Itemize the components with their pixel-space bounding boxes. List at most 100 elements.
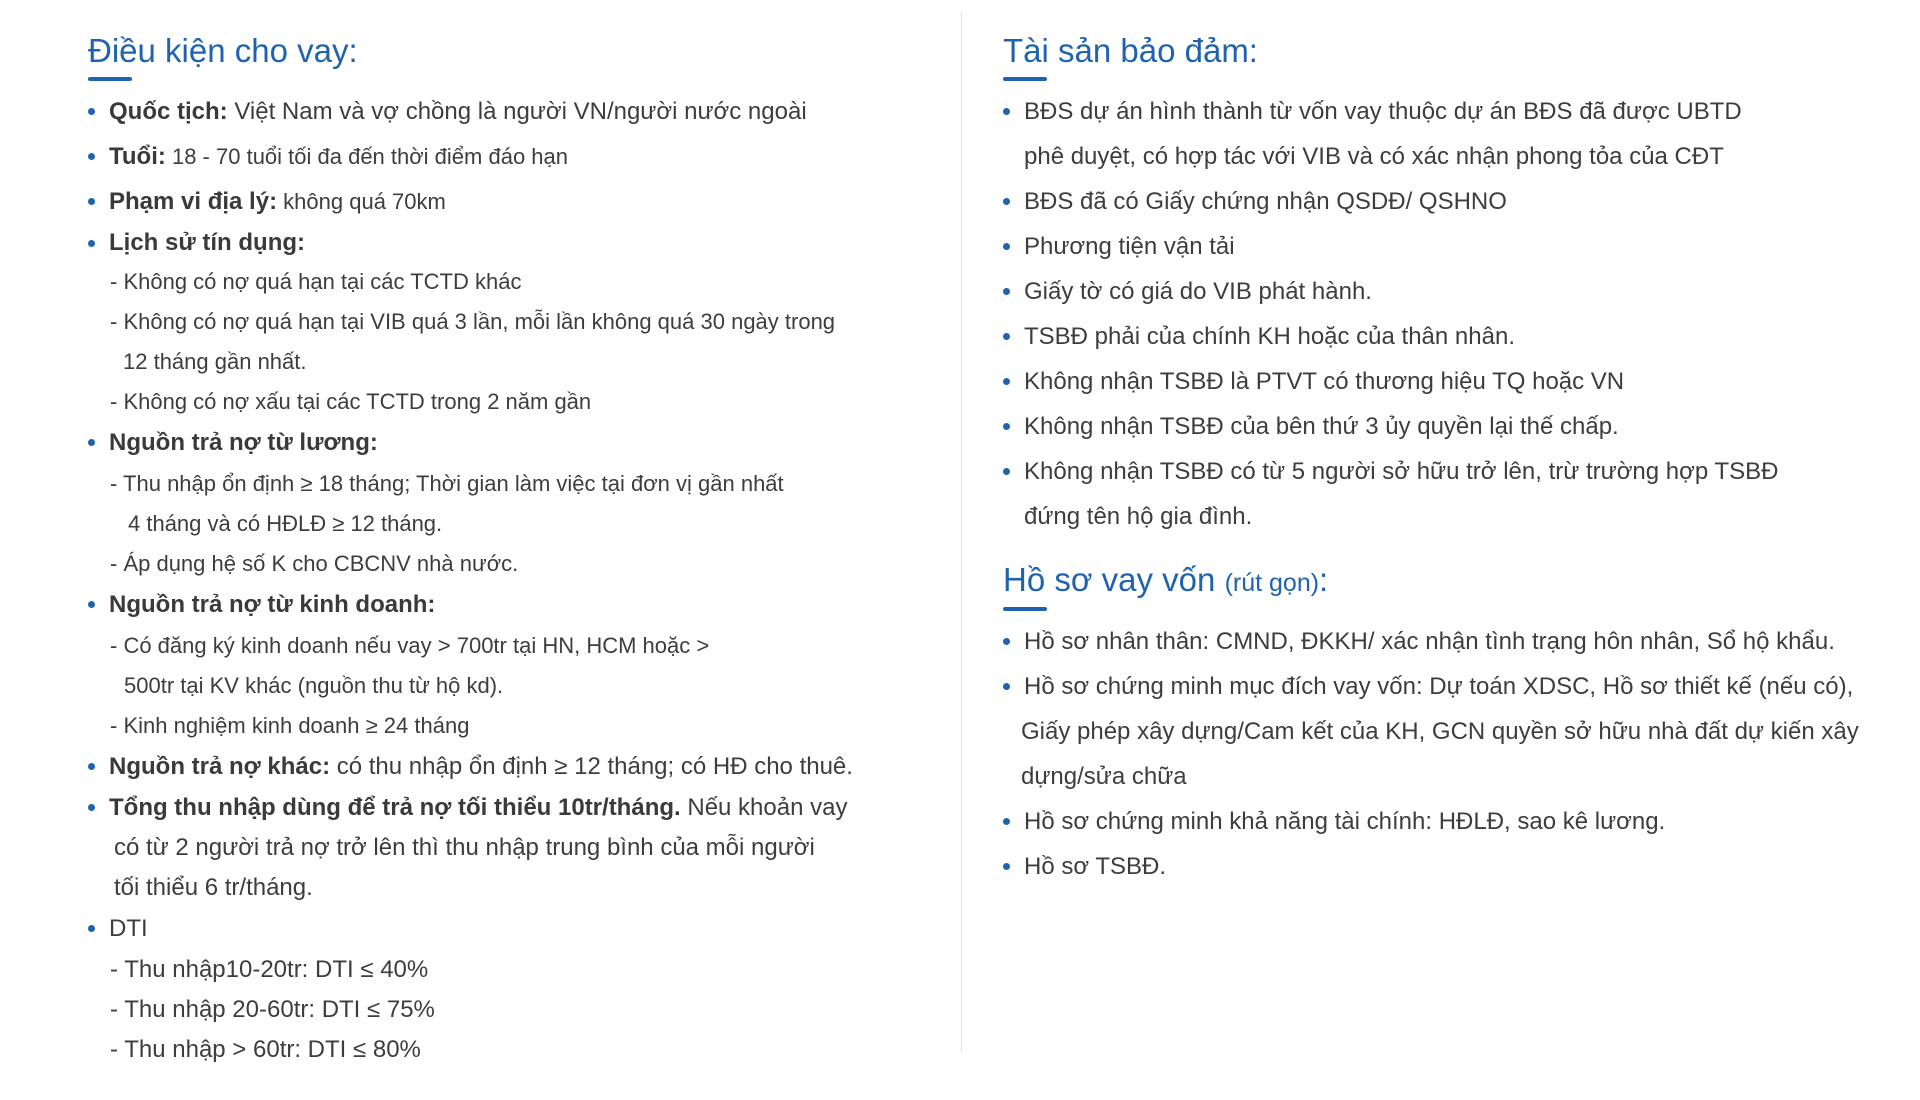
collateral-title: Tài sản bảo đảm: (1003, 32, 1258, 69)
bullet-icon (88, 108, 95, 116)
title-underline (88, 77, 132, 82)
list-item-other-source: Nguồn trả nợ khác: có thu nhập ổn định ≥… (88, 746, 918, 788)
sub-item: - Không có nợ quá hạn tại các TCTD khác (110, 269, 522, 295)
list-item-dti: DTI (88, 908, 918, 950)
item-continuation: tối thiểu 6 tr/tháng. (114, 874, 313, 902)
item-line: dựng/sửa chữa (1021, 762, 1187, 790)
column-divider (961, 12, 962, 1052)
item-label: Nguồn trả nợ từ kinh doanh: (109, 591, 436, 619)
list-item: Phương tiện vận tải (1003, 224, 1903, 269)
item-line: Không nhận TSBĐ là PTVT có thương hiệu T… (1024, 368, 1625, 396)
item-text: Việt Nam và vợ chồng là người VN/người n… (227, 98, 807, 126)
sub-item: - Thu nhập > 60tr: DTI ≤ 80% (110, 1036, 421, 1064)
bullet-icon (88, 804, 95, 812)
sub-item: - Không có nợ xấu tại các TCTD trong 2 n… (110, 389, 592, 415)
item-line: Hồ sơ TSBĐ. (1024, 852, 1166, 880)
item-line: BĐS đã có Giấy chứng nhận QSDĐ/ QSHNO (1024, 188, 1507, 216)
list-item: BĐS dự án hình thành từ vốn vay thuộc dự… (1003, 89, 1903, 179)
bullet-icon (88, 153, 95, 161)
list-item-total-income: Tổng thu nhập dùng để trả nợ tối thiểu 1… (88, 788, 918, 828)
bullet-icon (1003, 423, 1010, 431)
sub-item-continuation: 500tr tại KV khác (nguồn thu từ hộ kd). (124, 673, 504, 699)
loan-conditions-list: Quốc tịch: Việt Nam và vợ chồng là người… (88, 89, 918, 1070)
bullet-icon (1003, 637, 1010, 645)
sub-item: - Thu nhập10-20tr: DTI ≤ 40% (110, 956, 429, 984)
bullet-icon (88, 198, 95, 206)
bullet-icon (1003, 468, 1010, 476)
list-item: Hồ sơ chứng minh mục đích vay vốn: Dự to… (1003, 664, 1903, 799)
loan-conditions-section: Điều kiện cho vay: Quốc tịch: Việt Nam v… (88, 20, 918, 1070)
list-item: Hồ sơ nhân thân: CMND, ĐKKH/ xác nhận tì… (1003, 619, 1903, 664)
item-label: Tổng thu nhập dùng để trả nợ tối thiểu 1… (109, 794, 681, 822)
sub-item: - Thu nhập 20-60tr: DTI ≤ 75% (110, 996, 435, 1024)
loan-documents-title: Hồ sơ vay vốn (rút gọn): (1003, 559, 1903, 600)
item-line: Giấy tờ có giá do VIB phát hành. (1024, 278, 1372, 306)
item-text: 18 - 70 tuổi tối đa đến thời điểm đáo hạ… (165, 144, 569, 170)
sub-item-continuation: 4 tháng và có HĐLĐ ≥ 12 tháng. (128, 511, 443, 537)
bullet-icon (1003, 817, 1010, 825)
item-text: Nếu khoản vay (680, 794, 848, 822)
item-line: TSBĐ phải của chính KH hoặc của thân nhâ… (1024, 323, 1515, 351)
item-line: Hồ sơ nhân thân: CMND, ĐKKH/ xác nhận tì… (1024, 627, 1835, 655)
item-line: BĐS dự án hình thành từ vốn vay thuộc dự… (1024, 98, 1742, 126)
item-label: Quốc tịch: (109, 98, 228, 126)
list-item: Không nhận TSBĐ của bên thứ 3 ủy quyền l… (1003, 404, 1903, 449)
bullet-icon (1003, 243, 1010, 251)
list-item-geography: Phạm vi địa lý: không quá 70km (88, 179, 918, 224)
item-line: phê duyệt, có hợp tác với VIB và có xác … (1024, 143, 1724, 171)
bullet-icon (88, 601, 95, 609)
bullet-icon (1003, 378, 1010, 386)
sub-item-continuation: 12 tháng gần nhất. (123, 349, 307, 375)
item-label: Nguồn trả nợ khác: (109, 753, 331, 781)
bullet-icon (88, 763, 95, 771)
loan-documents-section: Hồ sơ vay vốn (rút gọn): Hồ sơ nhân thân… (1003, 559, 1903, 888)
bullet-icon (1003, 862, 1010, 870)
item-label: Phạm vi địa lý: (109, 188, 278, 216)
loan-documents-list: Hồ sơ nhân thân: CMND, ĐKKH/ xác nhận tì… (1003, 619, 1903, 889)
list-item: Không nhận TSBĐ có từ 5 người sở hữu trở… (1003, 449, 1903, 539)
list-item-age: Tuổi: 18 - 70 tuổi tối đa đến thời điểm … (88, 134, 918, 179)
item-label: Tuổi: (109, 143, 166, 171)
list-item: Giấy tờ có giá do VIB phát hành. (1003, 269, 1903, 314)
collateral-list: BĐS dự án hình thành từ vốn vay thuộc dự… (1003, 89, 1903, 539)
bullet-icon (1003, 682, 1010, 690)
list-item: Không nhận TSBĐ là PTVT có thương hiệu T… (1003, 359, 1903, 404)
sub-item: - Không có nợ quá hạn tại VIB quá 3 lần,… (110, 309, 836, 335)
item-label: Lịch sử tín dụng: (109, 229, 306, 257)
bullet-icon (88, 925, 95, 933)
item-line: Hồ sơ chứng minh khả năng tài chính: HĐL… (1024, 807, 1666, 835)
title-colon: : (1319, 561, 1329, 599)
bullet-icon (88, 439, 95, 447)
item-label: Nguồn trả nợ từ lương: (109, 429, 378, 457)
list-item-salary-source: Nguồn trả nợ từ lương: (88, 422, 918, 464)
item-line: Giấy phép xây dựng/Cam kết của KH, GCN q… (1021, 717, 1859, 745)
item-line: đứng tên hộ gia đình. (1024, 503, 1253, 531)
item-line: Phương tiện vận tải (1024, 233, 1235, 261)
item-text: có thu nhập ổn định ≥ 12 tháng; có HĐ ch… (330, 753, 853, 781)
bullet-icon (1003, 108, 1010, 116)
item-text: không quá 70km (277, 189, 446, 215)
sub-item: - Thu nhập ổn định ≥ 18 tháng; Thời gian… (110, 471, 784, 497)
sub-item: - Có đăng ký kinh doanh nếu vay > 700tr … (110, 633, 710, 659)
collateral-section: Tài sản bảo đảm: BĐS dự án hình thành từ… (1003, 20, 1903, 889)
item-line: Không nhận TSBĐ có từ 5 người sở hữu trở… (1024, 458, 1779, 486)
title-underline (1003, 77, 1047, 82)
list-item-business-source: Nguồn trả nợ từ kinh doanh: (88, 584, 918, 626)
item-label: DTI (109, 915, 148, 943)
item-continuation: có từ 2 người trả nợ trở lên thì thu nhậ… (114, 834, 815, 862)
loan-conditions-title: Điều kiện cho vay: (88, 32, 358, 69)
list-item-credit-history: Lịch sử tín dụng: (88, 224, 918, 262)
list-item: Hồ sơ TSBĐ. (1003, 844, 1903, 889)
list-item: Hồ sơ chứng minh khả năng tài chính: HĐL… (1003, 799, 1903, 844)
title-underline (1003, 606, 1047, 611)
item-line: Không nhận TSBĐ của bên thứ 3 ủy quyền l… (1024, 413, 1619, 441)
list-item: TSBĐ phải của chính KH hoặc của thân nhâ… (1003, 314, 1903, 359)
bullet-icon (1003, 288, 1010, 296)
bullet-icon (1003, 333, 1010, 341)
bullet-icon (1003, 198, 1010, 206)
sub-item: - Áp dụng hệ số K cho CBCNV nhà nước. (110, 551, 519, 577)
list-item-nationality: Quốc tịch: Việt Nam và vợ chồng là người… (88, 89, 918, 134)
bullet-icon (88, 240, 95, 248)
title-main: Hồ sơ vay vốn (1003, 561, 1216, 599)
sub-item: - Kinh nghiệm kinh doanh ≥ 24 tháng (110, 713, 470, 739)
